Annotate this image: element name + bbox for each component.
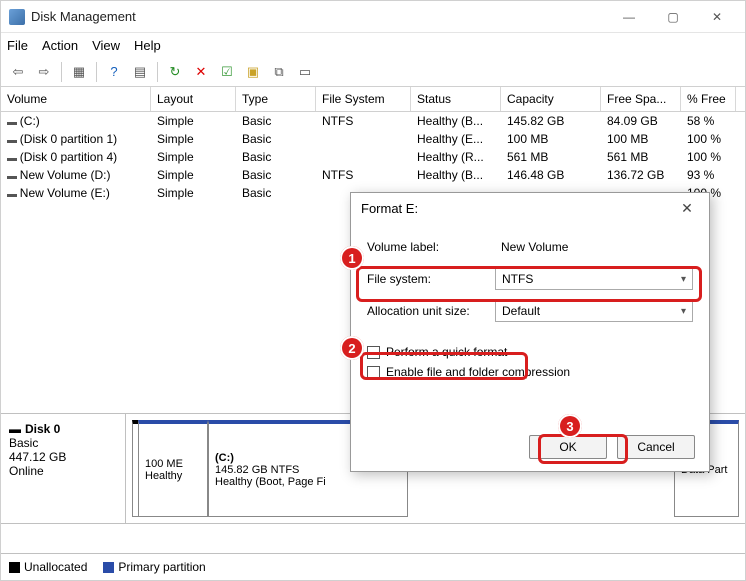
volume-list: Volume Layout Type File System Status Ca… (1, 87, 745, 202)
badge-2: 2 (340, 336, 364, 360)
volume-row[interactable]: (C:) Simple Basic NTFS Healthy (B... 145… (1, 112, 745, 130)
header-type[interactable]: Type (236, 87, 316, 111)
minimize-button[interactable]: — (609, 3, 649, 31)
column-headers: Volume Layout Type File System Status Ca… (1, 87, 745, 112)
dialog-close-button[interactable]: ✕ (675, 200, 699, 217)
legend-primary: Primary partition (103, 560, 205, 574)
label-file-system: File system: (367, 272, 495, 286)
menubar: File Action View Help (1, 33, 745, 57)
partition-block[interactable]: 100 ME Healthy (138, 420, 208, 517)
chevron-down-icon: ▾ (681, 306, 686, 317)
label-volume-label: Volume label: (367, 240, 495, 254)
label-alloc-size: Allocation unit size: (367, 304, 495, 318)
input-volume-label[interactable]: New Volume (495, 236, 693, 258)
help-icon[interactable]: ? (103, 61, 125, 83)
disk-header[interactable]: ▬ Disk 0 Basic 447.12 GB Online (1, 414, 126, 523)
ok-button[interactable]: OK (529, 435, 607, 459)
properties-icon[interactable]: ▣ (242, 61, 264, 83)
volume-row[interactable]: New Volume (D:) Simple Basic NTFS Health… (1, 166, 745, 184)
header-freespace[interactable]: Free Spa... (601, 87, 681, 111)
back-icon[interactable]: ⇦ (7, 61, 29, 83)
refresh-icon[interactable]: ↻ (164, 61, 186, 83)
views-icon[interactable]: ▦ (68, 61, 90, 83)
select-file-system[interactable]: NTFS▾ (495, 268, 693, 290)
volume-row[interactable]: (Disk 0 partition 1) Simple Basic Health… (1, 130, 745, 148)
check-icon[interactable]: ☑ (216, 61, 238, 83)
delete-icon[interactable]: ✕ (190, 61, 212, 83)
chevron-down-icon: ▾ (681, 274, 686, 285)
app-icon (9, 9, 25, 25)
checkbox-quick-format[interactable]: Perform a quick format (367, 345, 693, 359)
menu-view[interactable]: View (92, 38, 120, 53)
close-button[interactable]: ✕ (697, 3, 737, 31)
checkbox-icon (367, 366, 380, 379)
menu-help[interactable]: Help (134, 38, 161, 53)
dialog-title: Format E: (361, 201, 675, 216)
badge-3: 3 (558, 414, 582, 438)
checkbox-icon (367, 346, 380, 359)
header-volume[interactable]: Volume (1, 87, 151, 111)
cancel-button[interactable]: Cancel (617, 435, 695, 459)
badge-1: 1 (340, 246, 364, 270)
titlebar: Disk Management — ▢ ✕ (1, 1, 745, 33)
header-filesystem[interactable]: File System (316, 87, 411, 111)
checkbox-enable-compression[interactable]: Enable file and folder compression (367, 365, 693, 379)
legend: Unallocated Primary partition (1, 553, 745, 580)
menu-file[interactable]: File (7, 38, 28, 53)
maximize-button[interactable]: ▢ (653, 3, 693, 31)
volume-row[interactable]: (Disk 0 partition 4) Simple Basic Health… (1, 148, 745, 166)
select-alloc-size[interactable]: Default▾ (495, 300, 693, 322)
settings-icon[interactable]: ⧉ (268, 61, 290, 83)
extra-icon[interactable]: ▭ (294, 61, 316, 83)
toolbar: ⇦ ⇨ ▦ ? ▤ ↻ ✕ ☑ ▣ ⧉ ▭ (1, 57, 745, 87)
disk-icon: ▬ (9, 422, 21, 436)
menu-action[interactable]: Action (42, 38, 78, 53)
header-status[interactable]: Status (411, 87, 501, 111)
legend-unallocated: Unallocated (9, 560, 87, 574)
header-layout[interactable]: Layout (151, 87, 236, 111)
header-pctfree[interactable]: % Free (681, 87, 736, 111)
header-capacity[interactable]: Capacity (501, 87, 601, 111)
list-icon[interactable]: ▤ (129, 61, 151, 83)
window-title: Disk Management (31, 9, 609, 24)
format-dialog: Format E: ✕ Volume label: New Volume Fil… (350, 192, 710, 472)
forward-icon[interactable]: ⇨ (33, 61, 55, 83)
